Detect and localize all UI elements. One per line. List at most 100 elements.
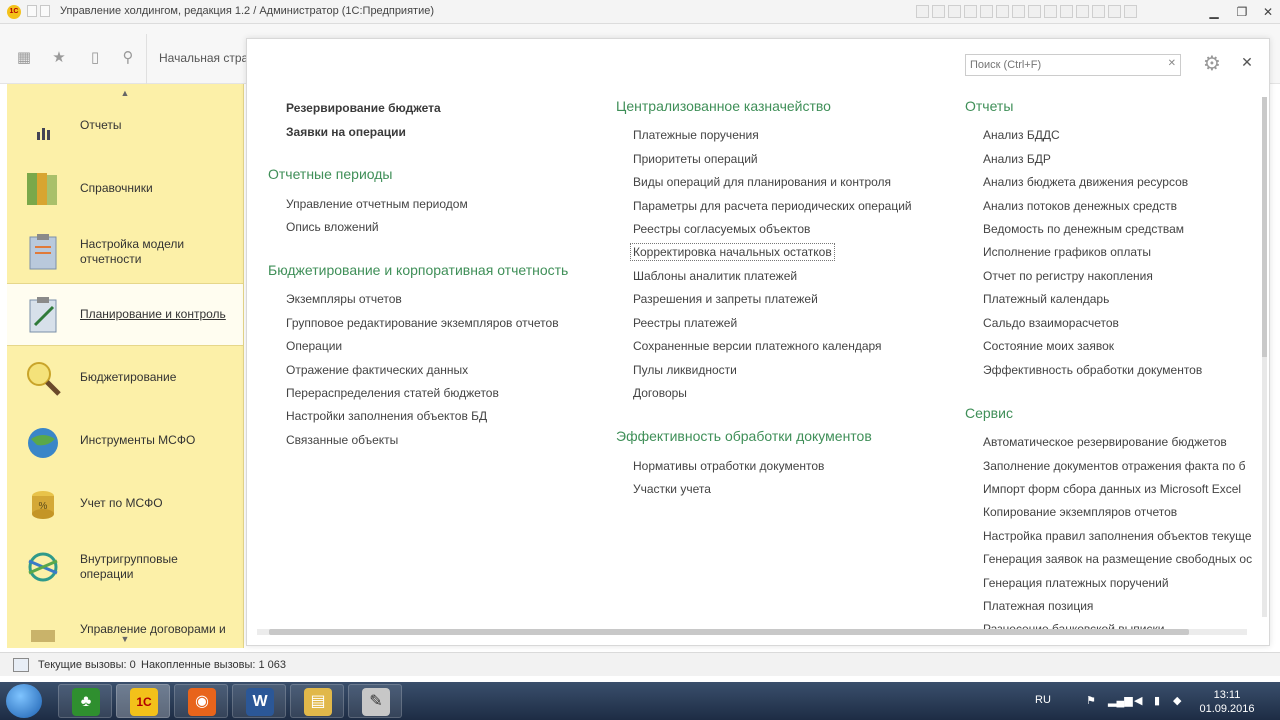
link-accounting-sections[interactable]: Участки учета [633, 482, 711, 496]
server-calls-icon[interactable] [13, 658, 29, 672]
clear-search-icon[interactable]: ✕ [1168, 58, 1176, 69]
tb-menu-icon[interactable] [27, 5, 37, 17]
link-payment-order-gen[interactable]: Генерация платежных поручений [983, 576, 1169, 590]
link-attachments[interactable]: Опись вложений [286, 220, 379, 234]
link-placement-requests[interactable]: Генерация заявок на размещение свободных… [983, 552, 1252, 566]
sidebar-item-catalogs[interactable]: Справочники [7, 157, 243, 220]
sidebar-item-reports[interactable]: Отчеты [7, 94, 243, 157]
gear-icon[interactable]: ⚙ [1201, 53, 1223, 75]
scrollbar-thumb[interactable] [269, 629, 1189, 635]
grid-menu-icon[interactable]: ▦ [15, 49, 33, 67]
m-plus-icon[interactable] [1044, 5, 1057, 18]
link-operation-requests[interactable]: Заявки на операции [286, 125, 406, 139]
settings-icon[interactable] [1124, 5, 1137, 18]
minimize-button[interactable]: ▁ [1202, 2, 1226, 22]
link-periodic-params[interactable]: Параметры для расчета периодических опер… [633, 199, 912, 213]
scroll-down-icon[interactable]: ▼ [119, 634, 131, 644]
link-fill-rules[interactable]: Настройка правил заполнения объектов тек… [983, 529, 1252, 543]
sidebar-item-budgeting[interactable]: Бюджетирование [7, 346, 243, 409]
close-panel-button[interactable]: ✕ [1239, 54, 1255, 70]
history-icon[interactable] [948, 5, 961, 18]
link-copy-instances[interactable]: Копирование экземпляров отчетов [983, 505, 1177, 519]
link-doc-efficiency[interactable]: Эффективность обработки документов [983, 363, 1202, 377]
link-payment-position[interactable]: Платежная позиция [983, 599, 1093, 613]
link-budget-redistribution[interactable]: Перераспределения статей бюджетов [286, 386, 499, 400]
link-payment-permissions[interactable]: Разрешения и запреты платежей [633, 292, 818, 306]
language-indicator[interactable]: RU [1035, 694, 1051, 706]
star-icon[interactable]: ★ [50, 49, 68, 67]
link-payment-calendar[interactable]: Платежный календарь [983, 292, 1109, 306]
close-window-button[interactable]: ✕ [1256, 2, 1280, 22]
scrollbar-thumb[interactable] [1262, 97, 1267, 357]
signal-icon[interactable]: ▂▄▆ [1108, 694, 1133, 707]
link-calendar-versions[interactable]: Сохраненные версии платежного календаря [633, 339, 882, 353]
link-fact-docs-fill[interactable]: Заполнение документов отражения факта по… [983, 459, 1246, 473]
link-doc-norms[interactable]: Нормативы отработки документов [633, 459, 824, 473]
m-minus-icon[interactable] [1060, 5, 1073, 18]
taskbar-app-firefox[interactable]: ◉ [174, 684, 228, 718]
link-bdr-analysis[interactable]: Анализ БДР [983, 152, 1051, 166]
link-operation-types[interactable]: Виды операций для планирования и контрол… [633, 175, 891, 189]
search-field[interactable]: ✕ [965, 54, 1181, 76]
link-contracts[interactable]: Договоры [633, 386, 687, 400]
vertical-scrollbar[interactable] [1262, 97, 1267, 617]
link-excel-import[interactable]: Импорт форм сбора данных из Microsoft Ex… [983, 482, 1241, 496]
link-settlement-balance[interactable]: Сальдо взаиморасчетов [983, 316, 1119, 330]
link-cash-flow-analysis[interactable]: Анализ потоков денежных средств [983, 199, 1177, 213]
print-icon[interactable] [1012, 5, 1025, 18]
link-cash-statement[interactable]: Ведомость по денежным средствам [983, 222, 1184, 236]
sidebar-item-ifrs-tools[interactable]: Инструменты МСФО [7, 409, 243, 472]
sidebar-item-reporting-model[interactable]: Настройка модели отчетности [7, 220, 243, 283]
link-period-management[interactable]: Управление отчетным периодом [286, 197, 468, 211]
taskbar-app-paint[interactable]: ✎ [348, 684, 402, 718]
search-input[interactable] [966, 55, 1156, 75]
link-liquidity-pools[interactable]: Пулы ликвидности [633, 363, 737, 377]
maximize-button[interactable]: ❐ [1230, 2, 1254, 22]
link-payment-templates[interactable]: Шаблоны аналитик платежей [633, 269, 797, 283]
memory-icon[interactable] [1028, 5, 1041, 18]
horizontal-scrollbar[interactable] [257, 629, 1247, 635]
link-fill-settings[interactable]: Настройки заполнения объектов БД [286, 409, 487, 423]
taskbar-app-1c[interactable]: 1С [116, 684, 170, 718]
sidebar-item-intragroup[interactable]: Внутригрупповые операции [7, 535, 243, 598]
more-icon[interactable] [1108, 5, 1121, 18]
sidebar-item-planning-control[interactable]: Планирование и контроль [7, 283, 243, 346]
link-budget-reservation[interactable]: Резервирование бюджета [286, 101, 441, 115]
app-logo-icon[interactable]: 1С [7, 5, 21, 19]
link-payment-registers[interactable]: Реестры платежей [633, 316, 737, 330]
drive-icon[interactable]: ◆ [1173, 694, 1181, 707]
link-actual-data[interactable]: Отражение фактических данных [286, 363, 468, 377]
flag-icon[interactable]: ⚑ [1086, 694, 1096, 707]
link-operations[interactable]: Операции [286, 339, 342, 353]
link-auto-reservation[interactable]: Автоматическое резервирование бюджетов [983, 435, 1227, 449]
link-group-editing[interactable]: Групповое редактирование экземпляров отч… [286, 316, 559, 330]
calendar-icon[interactable] [932, 5, 945, 18]
link-payment-schedule[interactable]: Исполнение графиков оплаты [983, 245, 1151, 259]
tb-menu-icon[interactable] [40, 5, 50, 17]
taskbar-app-tree[interactable]: ♣ [58, 684, 112, 718]
link-report-instances[interactable]: Экземпляры отчетов [286, 292, 402, 306]
search-icon[interactable]: ⚲ [119, 49, 137, 67]
sidebar-item-ifrs-accounting[interactable]: % Учет по МСФО [7, 472, 243, 535]
start-button[interactable] [6, 684, 42, 718]
info-icon[interactable] [980, 5, 993, 18]
history-icon[interactable]: ▯ [86, 49, 104, 67]
link-my-requests[interactable]: Состояние моих заявок [983, 339, 1114, 353]
link-bdds-analysis[interactable]: Анализ БДДС [983, 128, 1060, 142]
help-icon[interactable] [1092, 5, 1105, 18]
home-page-tab[interactable]: Начальная стра [146, 34, 246, 84]
link-operation-priorities[interactable]: Приоритеты операций [633, 152, 758, 166]
link-related-objects[interactable]: Связанные объекты [286, 433, 398, 447]
link-resource-budget[interactable]: Анализ бюджета движения ресурсов [983, 175, 1188, 189]
calc-icon[interactable] [916, 5, 929, 18]
battery-icon[interactable]: ▮ [1154, 694, 1160, 707]
link-register-report[interactable]: Отчет по регистру накопления [983, 269, 1153, 283]
favorites-icon[interactable] [964, 5, 977, 18]
volume-icon[interactable]: ◀ [1134, 694, 1142, 707]
link-payment-orders[interactable]: Платежные поручения [633, 128, 759, 142]
link-icon[interactable] [996, 5, 1009, 18]
zoom-icon[interactable] [1076, 5, 1089, 18]
taskbar-app-explorer[interactable]: ▤ [290, 684, 344, 718]
taskbar-app-word[interactable]: W [232, 684, 286, 718]
system-clock[interactable]: 13:11 01.09.2016 [1192, 688, 1262, 716]
